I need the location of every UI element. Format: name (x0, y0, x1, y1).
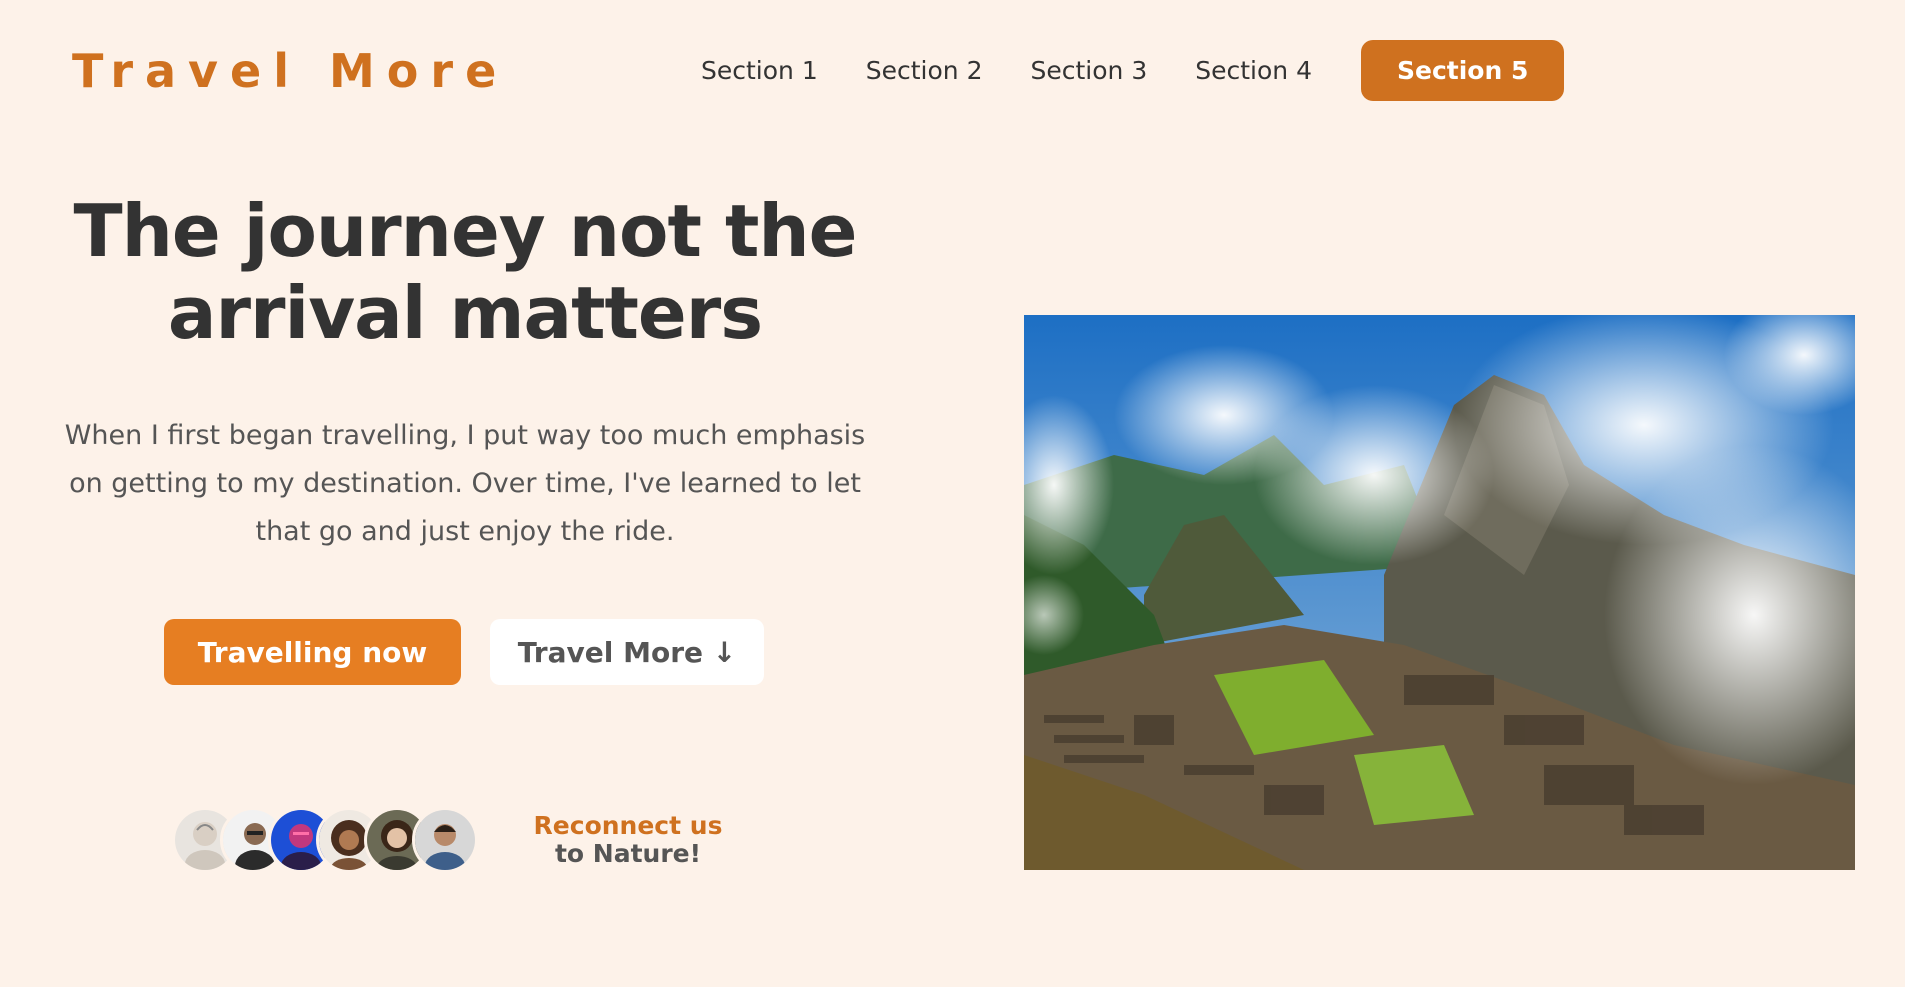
hero-headline: The journey not the arrival matters (73, 189, 858, 355)
travelling-now-button[interactable]: Travelling now (164, 619, 461, 685)
nav-section-5-button[interactable]: Section 5 (1361, 39, 1565, 101)
reconnect-accent: Reconnect us (533, 811, 723, 840)
header: Travel More Section 1 Section 2 Section … (0, 0, 1905, 140)
avatar (412, 807, 478, 873)
customers-row: Reconnect us to Nature! (172, 807, 728, 873)
reconnect-text: Reconnect us to Nature! (528, 812, 728, 868)
reconnect-rest: to Nature! (554, 839, 702, 868)
hero-description: When I first began travelling, I put way… (64, 420, 866, 547)
hero-buttons: Travelling now Travel More ↓ (164, 619, 764, 685)
nav-section-1[interactable]: Section 1 (701, 56, 818, 85)
main-nav: Section 1 Section 2 Section 3 Section 4 … (701, 38, 1565, 102)
travel-more-button[interactable]: Travel More ↓ (490, 619, 764, 685)
avatar-group (172, 807, 478, 873)
machu-picchu-image (1024, 315, 1855, 870)
hero-text: The journey not the arrival matters When… (40, 190, 890, 556)
nav-section-2[interactable]: Section 2 (866, 56, 983, 85)
nav-section-3[interactable]: Section 3 (1031, 56, 1148, 85)
logo[interactable]: Travel More (72, 44, 508, 98)
hero-image (1024, 315, 1855, 870)
nav-section-4[interactable]: Section 4 (1195, 56, 1312, 85)
